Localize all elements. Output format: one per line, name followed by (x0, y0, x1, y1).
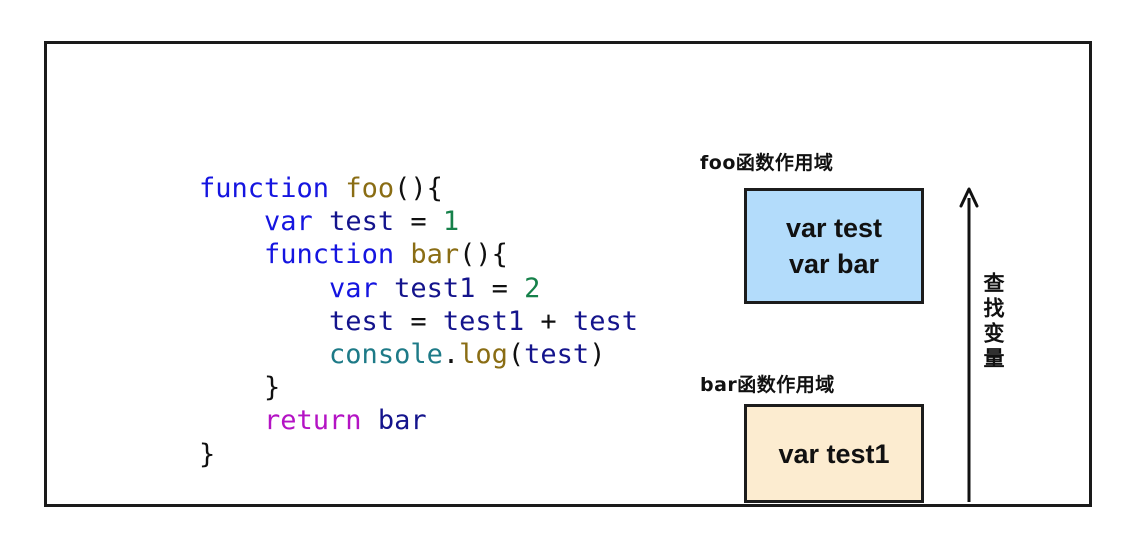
code-token: bar (377, 405, 427, 437)
code-token: } (264, 372, 281, 404)
bar-scope-label: bar函数作用域 (700, 374, 835, 396)
code-token: = (491, 272, 508, 304)
bar-scope-box: var test1 (744, 404, 924, 503)
code-line: console.log(test) (199, 338, 638, 371)
code-token: foo (345, 173, 395, 204)
foo-scope-label: foo函数作用域 (700, 152, 834, 174)
code-token: + (540, 305, 557, 337)
code-line: return bar (199, 404, 638, 437)
code-token: test (572, 305, 638, 337)
code-token: ( (507, 338, 525, 370)
code-token: return (264, 405, 362, 437)
code-token: = (410, 305, 427, 337)
code-token: test (329, 305, 395, 337)
code-token: } (199, 438, 216, 470)
code-line: } (199, 371, 638, 404)
sketch-frame: function foo(){ var test = 1 function ba… (44, 41, 1092, 507)
code-token: 1 (442, 206, 460, 238)
code-token: test1 (394, 272, 476, 304)
code-token: function (264, 239, 395, 271)
foo-scope-box: var test var bar (744, 188, 924, 304)
code-token: log (459, 338, 508, 370)
code-token: . (442, 338, 460, 370)
code-line: function bar(){ (199, 238, 638, 271)
code-token: var (264, 206, 313, 238)
code-line: function foo(){ (199, 172, 638, 205)
code-token: function (199, 173, 330, 204)
diagram-canvas: function foo(){ var test = 1 function ba… (0, 0, 1141, 554)
code-token: bar (410, 239, 460, 271)
scope-entry: var test (785, 213, 883, 243)
code-token: (){ (459, 239, 508, 271)
code-line: test = test1 + test (199, 305, 638, 338)
code-token: 2 (524, 272, 541, 304)
scope-entry: var bar (788, 249, 880, 279)
code-token: = (410, 206, 427, 238)
code-token: test (329, 206, 395, 238)
scope-entry: var test1 (778, 438, 890, 469)
code-block: function foo(){ var test = 1 function ba… (199, 172, 638, 471)
code-token: test (524, 338, 590, 370)
code-token: (){ (394, 173, 443, 204)
code-token: var (329, 272, 378, 304)
lookup-arrow-label: 查找变量 (981, 272, 1005, 372)
code-token: console (329, 338, 443, 370)
code-token: test1 (442, 305, 525, 337)
code-line: var test = 1 (199, 205, 638, 238)
code-token: ) (589, 338, 606, 370)
code-line: var test1 = 2 (199, 272, 638, 305)
code-line: } (199, 438, 638, 471)
